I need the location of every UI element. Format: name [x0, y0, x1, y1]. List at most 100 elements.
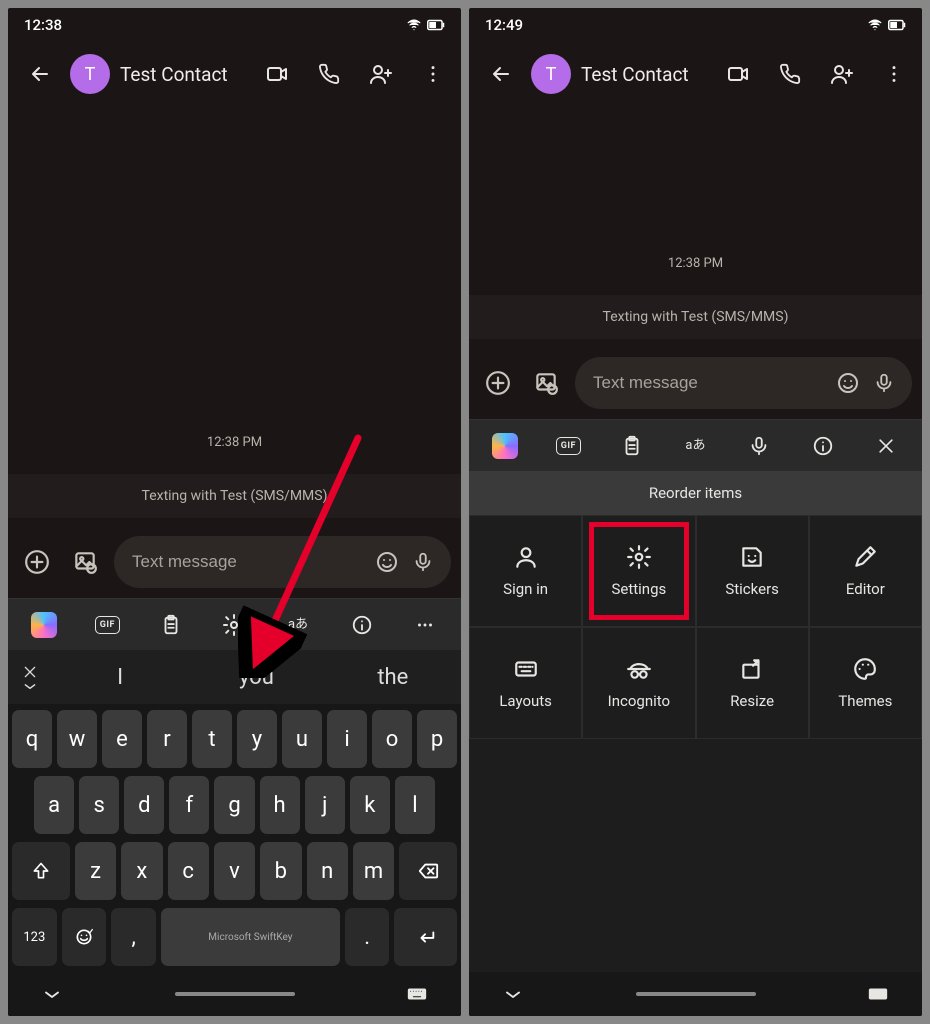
grid-item-label: Editor — [846, 580, 885, 598]
gallery-button[interactable] — [527, 364, 565, 402]
home-indicator[interactable] — [175, 992, 295, 996]
add-person-button[interactable] — [359, 52, 403, 96]
comma-key[interactable]: , — [111, 908, 156, 966]
grid-item-signin[interactable]: Sign in — [469, 515, 582, 627]
back-button[interactable] — [18, 52, 62, 96]
sms-info-banner: Texting with Test (SMS/MMS) — [469, 295, 922, 339]
copilot-button[interactable] — [481, 426, 529, 466]
key-l[interactable]: l — [395, 776, 435, 834]
nav-collapse-button[interactable] — [32, 989, 72, 999]
add-button[interactable] — [479, 364, 517, 402]
info-button[interactable] — [338, 605, 386, 645]
reorder-header: Reorder items — [469, 471, 922, 515]
call-button[interactable] — [768, 52, 812, 96]
add-button[interactable] — [18, 543, 56, 581]
info-button[interactable] — [799, 426, 847, 466]
suggestion-3[interactable]: the — [325, 665, 461, 690]
grid-item-themes[interactable]: Themes — [809, 627, 922, 739]
video-call-button[interactable] — [716, 52, 760, 96]
key-k[interactable]: k — [350, 776, 390, 834]
translate-button[interactable]: aあ — [274, 605, 322, 645]
emoji-button[interactable] — [830, 365, 866, 401]
key-d[interactable]: d — [124, 776, 164, 834]
nav-collapse-button[interactable] — [493, 989, 533, 999]
key-a[interactable]: a — [34, 776, 74, 834]
enter-key[interactable] — [394, 908, 457, 966]
grid-item-label: Themes — [838, 692, 892, 710]
key-t[interactable]: t — [192, 710, 232, 768]
keyboard-switch-button[interactable] — [397, 986, 437, 1002]
mic-button[interactable] — [405, 544, 441, 580]
grid-item-editor[interactable]: Editor — [809, 515, 922, 627]
key-x[interactable]: x — [121, 842, 162, 900]
grid-item-settings[interactable]: Settings — [582, 515, 695, 627]
settings-button[interactable] — [210, 605, 258, 645]
grid-item-label: Stickers — [725, 580, 779, 598]
battery-icon — [888, 18, 906, 32]
key-r[interactable]: r — [147, 710, 187, 768]
key-h[interactable]: h — [260, 776, 300, 834]
grid-item-stickers[interactable]: Stickers — [696, 515, 809, 627]
clipboard-button[interactable] — [147, 605, 195, 645]
contact-name[interactable]: Test Contact — [120, 63, 228, 86]
key-w[interactable]: w — [57, 710, 97, 768]
add-person-button[interactable] — [820, 52, 864, 96]
key-p[interactable]: p — [417, 710, 457, 768]
translate-button[interactable]: aあ — [671, 426, 719, 466]
suggestion-1[interactable]: I — [52, 665, 188, 690]
home-indicator[interactable] — [636, 992, 756, 996]
key-j[interactable]: j — [305, 776, 345, 834]
space-key[interactable]: Microsoft SwiftKey — [161, 908, 340, 966]
close-toolbar-button[interactable] — [862, 426, 910, 466]
status-icons — [405, 18, 445, 32]
grid-item-layouts[interactable]: Layouts — [469, 627, 582, 739]
keyboard-toolbar: GIF aあ — [469, 419, 922, 471]
message-timestamp: 12:38 PM — [668, 256, 723, 271]
back-button[interactable] — [479, 52, 523, 96]
more-button[interactable] — [411, 52, 455, 96]
key-i[interactable]: i — [327, 710, 367, 768]
gif-button[interactable]: GIF — [83, 605, 131, 645]
dismiss-suggestions-button[interactable] — [8, 664, 52, 690]
contact-avatar[interactable]: T — [531, 54, 571, 94]
key-c[interactable]: c — [168, 842, 209, 900]
grid-item-label: Incognito — [608, 692, 670, 710]
shift-key[interactable] — [12, 842, 70, 900]
key-q[interactable]: q — [12, 710, 52, 768]
more-toolbar-button[interactable] — [401, 605, 449, 645]
mic-button[interactable] — [866, 365, 902, 401]
gallery-button[interactable] — [66, 543, 104, 581]
emoji-key[interactable] — [62, 908, 107, 966]
backspace-key[interactable] — [399, 842, 457, 900]
key-v[interactable]: v — [214, 842, 255, 900]
message-input[interactable] — [132, 552, 369, 572]
clipboard-button[interactable] — [608, 426, 656, 466]
contact-name[interactable]: Test Contact — [581, 63, 689, 86]
key-z[interactable]: z — [75, 842, 116, 900]
emoji-button[interactable] — [369, 544, 405, 580]
gif-button[interactable]: GIF — [544, 426, 592, 466]
grid-item-incognito[interactable]: Incognito — [582, 627, 695, 739]
key-n[interactable]: n — [307, 842, 348, 900]
key-g[interactable]: g — [214, 776, 254, 834]
key-m[interactable]: m — [353, 842, 394, 900]
suggestion-2[interactable]: you — [188, 665, 324, 690]
keyboard-switch-button[interactable] — [858, 986, 898, 1002]
key-u[interactable]: u — [282, 710, 322, 768]
period-key[interactable]: . — [345, 908, 390, 966]
key-b[interactable]: b — [260, 842, 301, 900]
message-input[interactable] — [593, 373, 830, 393]
copilot-button[interactable] — [20, 605, 68, 645]
video-call-button[interactable] — [255, 52, 299, 96]
more-button[interactable] — [872, 52, 916, 96]
key-f[interactable]: f — [169, 776, 209, 834]
call-button[interactable] — [307, 52, 351, 96]
key-s[interactable]: s — [79, 776, 119, 834]
key-o[interactable]: o — [372, 710, 412, 768]
key-e[interactable]: e — [102, 710, 142, 768]
key-y[interactable]: y — [237, 710, 277, 768]
contact-avatar[interactable]: T — [70, 54, 110, 94]
mic-toolbar-button[interactable] — [735, 426, 783, 466]
numbers-key[interactable]: 123 — [12, 908, 57, 966]
grid-item-resize[interactable]: Resize — [696, 627, 809, 739]
